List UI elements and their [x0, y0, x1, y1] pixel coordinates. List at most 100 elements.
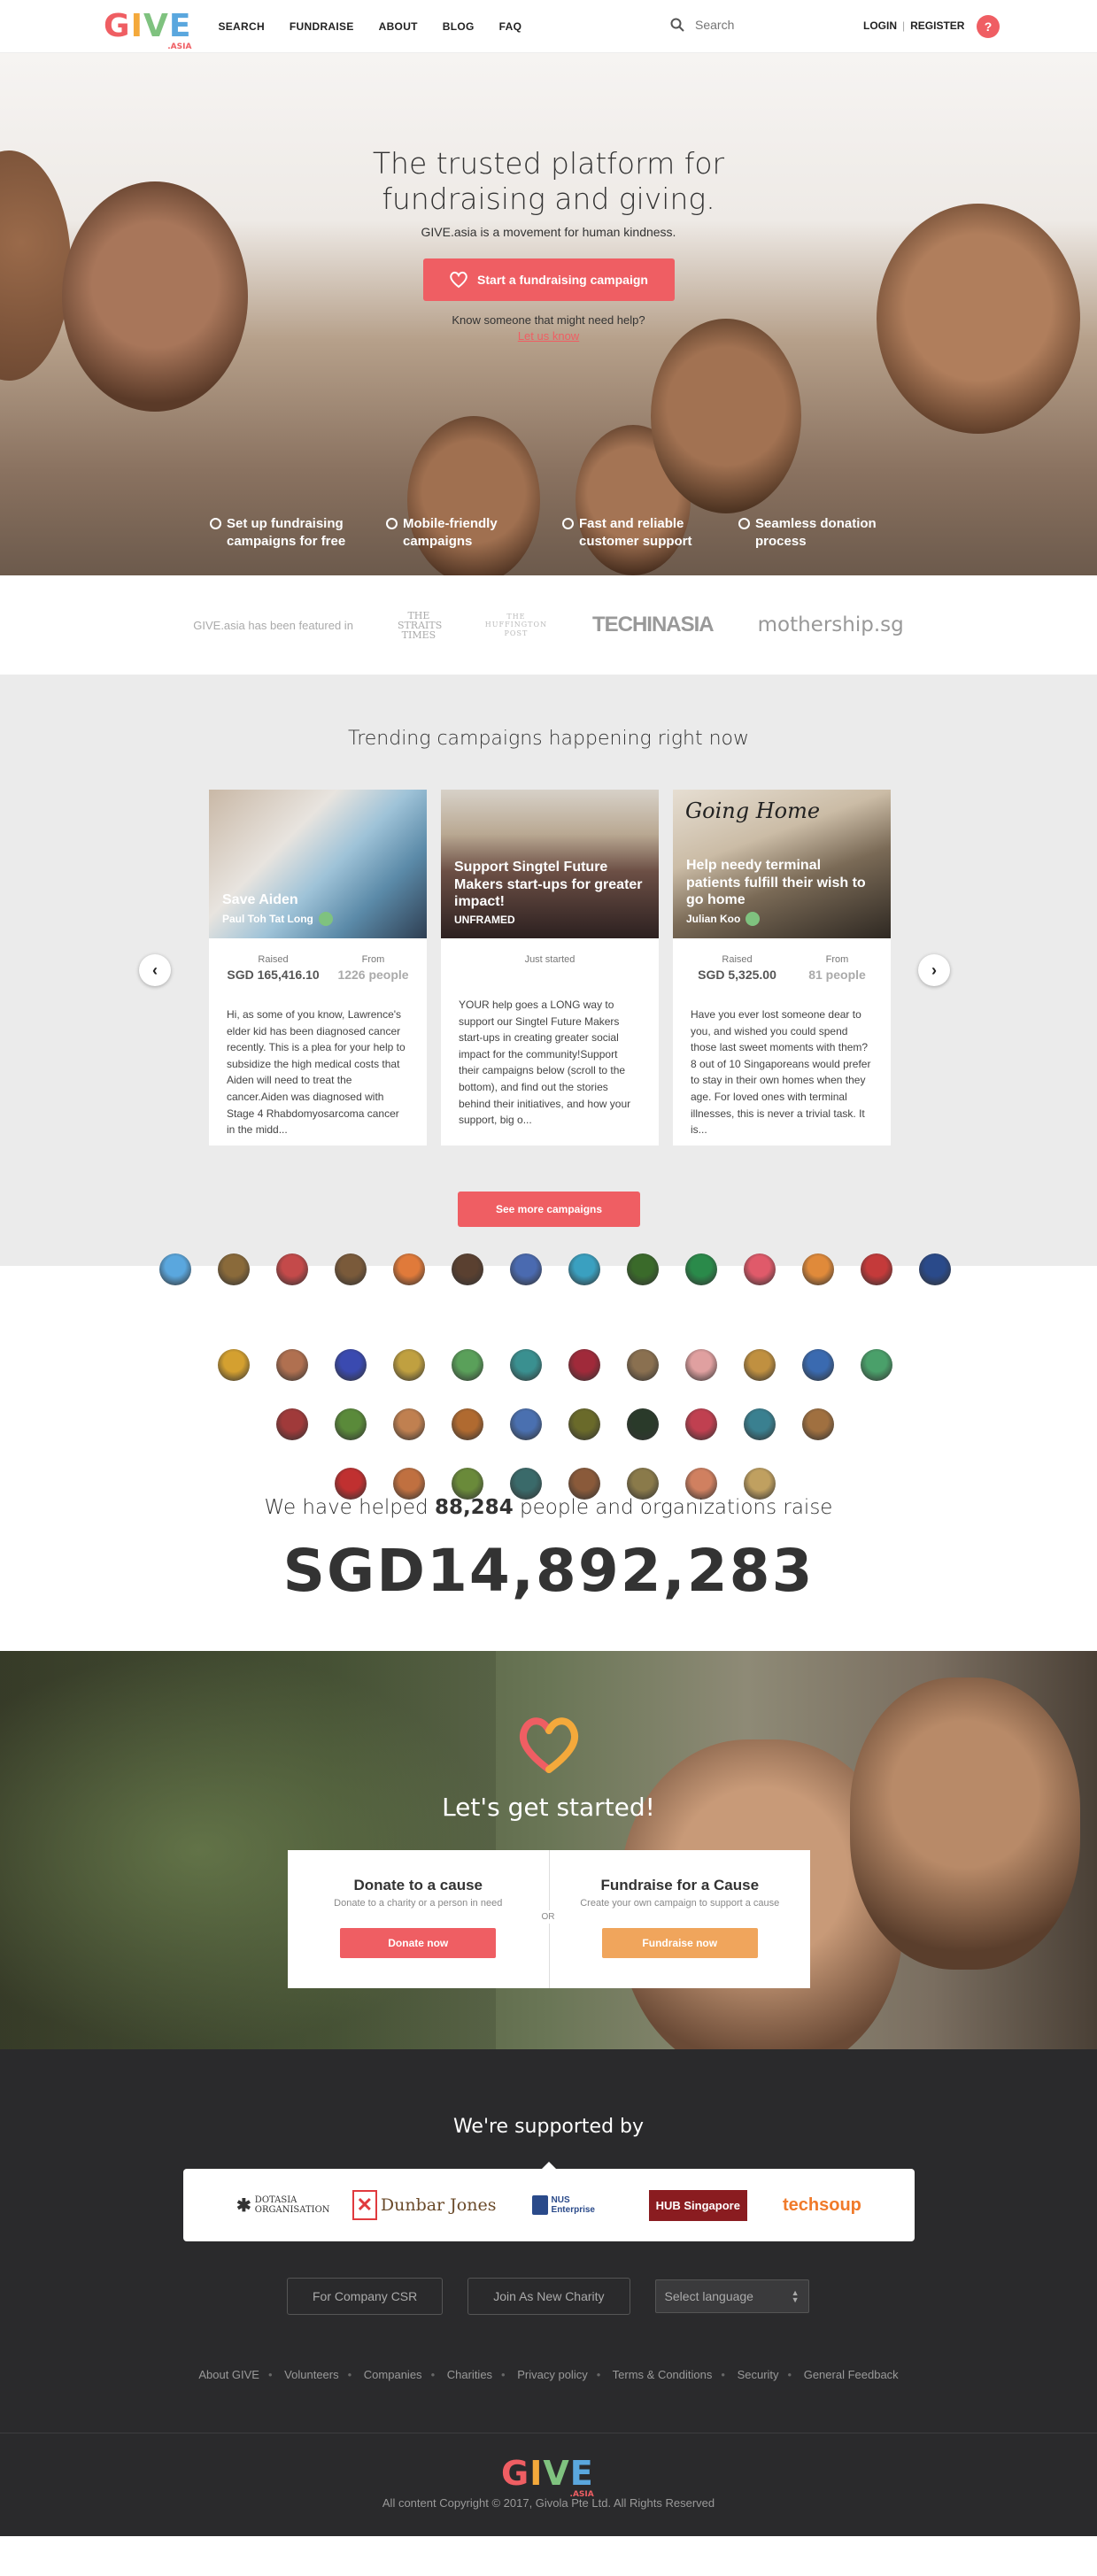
campaign-image: Save Aiden Paul Toh Tat Long	[209, 790, 427, 938]
footer-link-feedback[interactable]: General Feedback	[804, 2368, 899, 2381]
hub-singapore-logo[interactable]: HUB Singapore	[648, 2189, 747, 2221]
feature-item: Set up fundraising campaigns for free	[210, 515, 386, 550]
owner-name: Julian Koo	[686, 913, 741, 925]
logo-i: I	[529, 2454, 544, 2493]
dunbar-jones-logo[interactable]: ✕ Dunbar Jones	[352, 2190, 496, 2220]
see-more-campaigns-button[interactable]: See more campaigns	[458, 1192, 640, 1227]
footer-logo[interactable]: G I V E .ASIA	[501, 2454, 594, 2499]
huffington-post-logo[interactable]: THE HUFFINGTON POST	[484, 613, 548, 638]
footer-link-charities[interactable]: Charities	[447, 2368, 492, 2381]
donors-stat: From 1226 people	[337, 954, 408, 982]
hero-title-line1: The trusted platform for	[372, 146, 725, 181]
help-button[interactable]: ?	[977, 15, 1000, 38]
hero-photo-child	[651, 319, 801, 513]
search-icon[interactable]	[670, 18, 684, 32]
campaign-description: YOUR help goes a LONG way to support our…	[459, 999, 631, 1127]
logo-i: I	[130, 7, 143, 44]
login-link[interactable]: LOGIN	[863, 19, 897, 32]
campaign-card[interactable]: Support Singtel Future Makers start-ups …	[441, 790, 659, 1145]
check-circle-icon	[210, 518, 221, 529]
beneficiary-avatar	[335, 1408, 367, 1440]
footer-link-companies[interactable]: Companies	[364, 2368, 422, 2381]
or-label: OR	[541, 1910, 555, 1924]
techsoup-logo[interactable]: techsoup	[783, 2195, 861, 2216]
footer-link-volunteers[interactable]: Volunteers	[284, 2368, 338, 2381]
beneficiary-avatar	[218, 1253, 250, 1285]
beneficiary-avatar	[452, 1349, 483, 1381]
beneficiary-avatar	[744, 1408, 776, 1440]
get-started-title: Let's get started!	[442, 1793, 655, 1822]
nav-faq[interactable]: FAQ	[499, 20, 522, 33]
beneficiary-avatar	[393, 1468, 425, 1500]
campaign-status: Just started	[524, 954, 576, 965]
feature-line2: campaigns for free	[227, 533, 346, 549]
donate-option: Donate to a cause Donate to a charity or…	[288, 1850, 549, 1988]
beneficiary-avatar	[744, 1468, 776, 1500]
featured-in-text: GIVE.asia has been featured in	[193, 618, 353, 632]
beneficiary-avatar	[510, 1408, 542, 1440]
logo-v: V	[543, 2454, 570, 2493]
footer-link-security[interactable]: Security	[738, 2368, 779, 2381]
donate-now-button[interactable]: Donate now	[340, 1928, 497, 1958]
beneficiary-avatar	[744, 1253, 776, 1285]
start-campaign-label: Start a fundraising campaign	[477, 273, 648, 288]
nav-fundraise[interactable]: FUNDRAISE	[290, 20, 354, 33]
campaign-title: Save Aiden	[222, 891, 298, 907]
logo-asia: .ASIA	[167, 42, 192, 51]
know-someone-text: Know someone that might need help?	[452, 313, 645, 328]
page-bottom	[0, 2536, 1097, 2563]
campaign-title: Support Singtel Future Makers start-ups …	[454, 860, 643, 909]
register-link[interactable]: REGISTER	[910, 19, 964, 32]
nus-enterprise-logo[interactable]: NUS Enterprise	[531, 2195, 614, 2215]
nav-about[interactable]: ABOUT	[379, 20, 418, 33]
verified-badge-icon	[745, 912, 761, 926]
check-circle-icon	[562, 518, 574, 529]
beneficiary-avatar	[802, 1349, 834, 1381]
hero-title-line2: fundraising and giving.	[382, 181, 715, 216]
beneficiary-avatar	[919, 1253, 951, 1285]
mothership-logo[interactable]: mothership.sg	[758, 613, 904, 636]
get-started-section: Let's get started! Donate to a cause Don…	[0, 1651, 1097, 2049]
beneficiary-avatar	[276, 1253, 308, 1285]
supported-by-title: We're supported by	[452, 2116, 645, 2138]
beneficiary-avatar	[335, 1349, 367, 1381]
carousel-prev-button[interactable]: ‹	[139, 954, 171, 986]
give-asia-logo[interactable]: G I V E .ASIA	[104, 7, 191, 50]
feature-item: Mobile-friendly campaigns	[386, 515, 562, 550]
trending-section: Trending campaigns happening right now ‹…	[0, 675, 1097, 1266]
hero-content: The trusted platform for fundraising and…	[0, 146, 1097, 343]
dotasia-logo[interactable]: ✱ DOTASIA ORGANISATION	[236, 2194, 330, 2217]
techinasia-logo[interactable]: TECHINASIA	[592, 613, 715, 637]
campaign-stats: Raised SGD 165,416.10 From 1226 people	[209, 938, 427, 982]
start-campaign-button[interactable]: Start a fundraising campaign	[422, 258, 675, 302]
footer-link-privacy[interactable]: Privacy policy	[517, 2368, 587, 2381]
donate-subtitle: Donate to a charity or a person in need	[334, 1898, 503, 1909]
nav-blog[interactable]: BLOG	[443, 20, 475, 33]
raised-value: SGD 165,416.10	[227, 968, 320, 982]
hero-photo-child	[407, 416, 540, 575]
straits-times-logo[interactable]: THE STRAITS TIMES	[398, 611, 442, 640]
beneficiary-avatar	[335, 1253, 367, 1285]
site-footer: We're supported by ✱ DOTASIA ORGANISATION…	[0, 2049, 1097, 2536]
footer-links: About GIVE • Volunteers • Companies • Chari…	[0, 2368, 1097, 2381]
nus-enterprise-logo-text: NUS Enterprise	[551, 2195, 595, 2215]
raised-label: Raised	[258, 954, 289, 965]
donors-value: 81 people	[808, 968, 866, 982]
join-charity-button[interactable]: Join As New Charity	[467, 2278, 630, 2315]
footer-link-about[interactable]: About GIVE	[198, 2368, 259, 2381]
search-input[interactable]	[695, 18, 828, 32]
let-us-know-link[interactable]: Let us know	[0, 329, 1097, 343]
campaign-overlay: Support Singtel Future Makers start-ups …	[454, 859, 645, 926]
company-csr-button[interactable]: For Company CSR	[287, 2278, 444, 2315]
carousel-next-button[interactable]: ›	[918, 954, 950, 986]
language-select[interactable]: Select language ▲ ▼	[654, 2279, 809, 2313]
campaign-card[interactable]: Save Aiden Paul Toh Tat Long Raised SGD 1…	[209, 790, 427, 1145]
beneficiary-avatar	[452, 1468, 483, 1500]
fundraise-now-button[interactable]: Fundraise now	[601, 1928, 758, 1958]
footer-link-terms[interactable]: Terms & Conditions	[613, 2368, 713, 2381]
footer-actions: For Company CSR Join As New Charity Sele…	[287, 2278, 809, 2315]
beneficiary-avatar	[159, 1253, 191, 1285]
campaign-card[interactable]: Going Home Help needy terminal patients …	[673, 790, 891, 1145]
going-home-script: Going Home	[685, 798, 821, 823]
nav-search[interactable]: SEARCH	[218, 20, 264, 33]
